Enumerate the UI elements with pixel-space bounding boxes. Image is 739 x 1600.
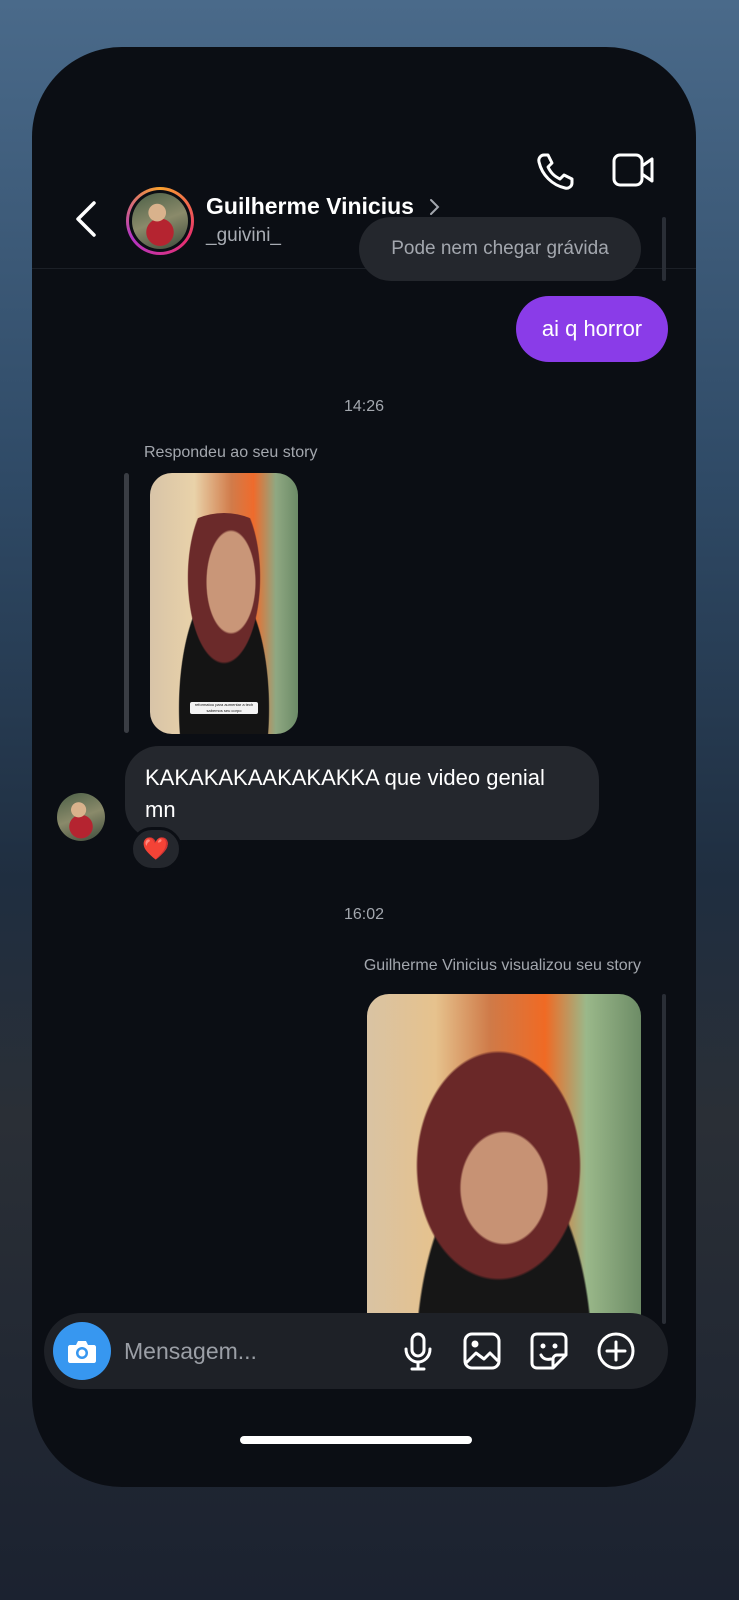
story-viewed-label: Guilherme Vinicius visualizou seu story (363, 957, 641, 974)
story-image (154, 513, 294, 734)
shared-story[interactable] (367, 994, 641, 1334)
message-composer (44, 1313, 668, 1389)
contact-username[interactable]: _guivini_ (206, 225, 281, 247)
reply-indicator-bar (662, 217, 666, 281)
home-indicator[interactable] (240, 1436, 472, 1444)
gallery-icon[interactable] (462, 1331, 502, 1371)
contact-avatar[interactable] (126, 187, 194, 255)
timestamp: 14:26 (343, 398, 385, 415)
phone-screen: Guilherme Vinicius _guivini_ Pode nem ch… (32, 47, 696, 1487)
timestamp: 16:02 (343, 906, 385, 923)
camera-button[interactable] (53, 1322, 111, 1380)
message-input[interactable] (124, 1331, 374, 1371)
chevron-right-icon[interactable] (428, 197, 442, 217)
phone-icon[interactable] (534, 151, 576, 193)
story-reply-thumbnail[interactable]: reformatou para aumentar a tech sabemos … (150, 473, 298, 734)
message-incoming[interactable]: KAKAKAKAAKAKAKKA que video genial mn (125, 746, 599, 840)
story-caption: reformatou para aumentar a tech sabemos … (190, 702, 258, 714)
video-icon[interactable] (612, 151, 656, 189)
story-reply-label: Respondeu ao seu story (144, 444, 318, 461)
avatar-image (132, 193, 188, 249)
message-outgoing-sent[interactable]: ai q horror (516, 296, 668, 362)
reply-indicator-bar (662, 994, 666, 1324)
message-outgoing[interactable]: Pode nem chegar grávida (359, 217, 641, 281)
heart-reaction[interactable]: ❤️ (130, 827, 182, 871)
reply-indicator-bar (124, 473, 129, 733)
contact-name[interactable]: Guilherme Vinicius (206, 193, 414, 220)
microphone-icon[interactable] (398, 1331, 438, 1371)
sender-avatar[interactable] (57, 793, 105, 841)
plus-icon[interactable] (596, 1331, 636, 1371)
story-image (367, 1044, 641, 1334)
camera-icon (68, 1341, 96, 1363)
back-icon[interactable] (68, 199, 108, 239)
sticker-icon[interactable] (529, 1331, 569, 1371)
